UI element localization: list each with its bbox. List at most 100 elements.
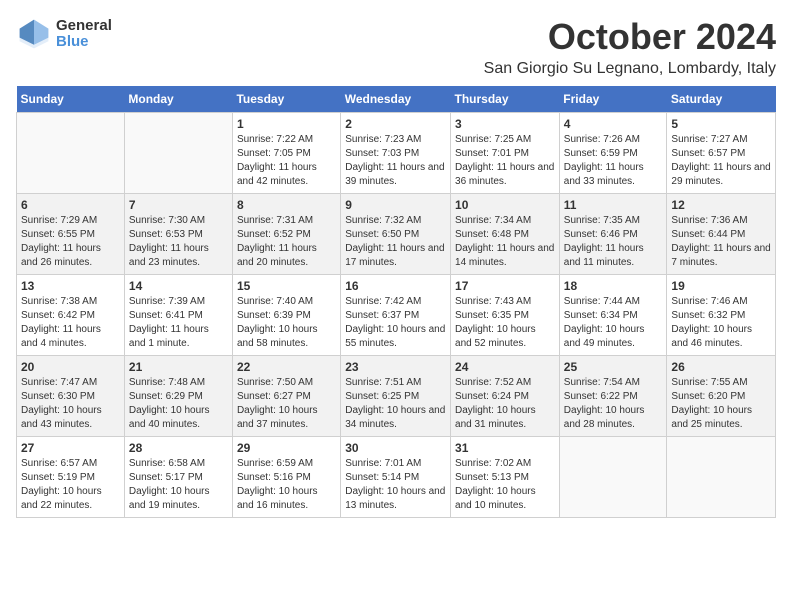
day-number: 11 xyxy=(564,198,663,212)
day-number: 3 xyxy=(455,117,555,131)
day-number: 9 xyxy=(345,198,446,212)
day-number: 17 xyxy=(455,279,555,293)
calendar-cell: 9 Sunrise: 7:32 AM Sunset: 6:50 PM Daylig… xyxy=(341,194,451,275)
calendar-cell: 6 Sunrise: 7:29 AM Sunset: 6:55 PM Daylig… xyxy=(17,194,125,275)
calendar-cell: 7Sunrise: 7:30 AM Sunset: 6:53 PM Daylig… xyxy=(124,194,232,275)
cell-content: Sunrise: 7:40 AM Sunset: 6:39 PM Dayligh… xyxy=(237,295,336,351)
cell-content: Sunrise: 7:46 AM Sunset: 6:32 PM Dayligh… xyxy=(671,295,771,351)
calendar-cell xyxy=(559,437,667,518)
cell-content: Sunrise: 7:32 AM Sunset: 6:50 PM Dayligh… xyxy=(345,214,446,270)
week-row-4: 20 Sunrise: 7:47 AM Sunset: 6:30 PM Dayli… xyxy=(17,356,776,437)
calendar-cell xyxy=(17,113,125,194)
calendar-cell: 4 Sunrise: 7:26 AM Sunset: 6:59 PM Daylig… xyxy=(559,113,667,194)
calendar-cell: 17 Sunrise: 7:43 AM Sunset: 6:35 PM Dayli… xyxy=(451,275,560,356)
logo: General Blue xyxy=(16,16,112,52)
calendar-cell: 14Sunrise: 7:39 AM Sunset: 6:41 PM Dayli… xyxy=(124,275,232,356)
calendar-cell: 5Sunrise: 7:27 AM Sunset: 6:57 PM Daylig… xyxy=(667,113,776,194)
calendar-table: SundayMondayTuesdayWednesdayThursdayFrid… xyxy=(16,86,776,518)
weekday-header-tuesday: Tuesday xyxy=(232,86,340,113)
calendar-cell: 10 Sunrise: 7:34 AM Sunset: 6:48 PM Dayli… xyxy=(451,194,560,275)
cell-content: Sunrise: 7:31 AM Sunset: 6:52 PM Dayligh… xyxy=(237,214,336,270)
cell-content: Sunrise: 7:51 AM Sunset: 6:25 PM Dayligh… xyxy=(345,376,446,432)
calendar-cell: 18Sunrise: 7:44 AM Sunset: 6:34 PM Dayli… xyxy=(559,275,667,356)
calendar-cell: 23 Sunrise: 7:51 AM Sunset: 6:25 PM Dayli… xyxy=(341,356,451,437)
calendar-cell: 27 Sunrise: 6:57 AM Sunset: 5:19 PM Dayli… xyxy=(17,437,125,518)
cell-content: Sunrise: 7:54 AM Sunset: 6:22 PM Dayligh… xyxy=(564,376,663,432)
day-number: 6 xyxy=(21,198,120,212)
day-number: 25 xyxy=(564,360,663,374)
calendar-cell xyxy=(667,437,776,518)
day-number: 12 xyxy=(671,198,771,212)
day-number: 30 xyxy=(345,441,446,455)
day-number: 31 xyxy=(455,441,555,455)
weekday-header-sunday: Sunday xyxy=(17,86,125,113)
calendar-cell: 8 Sunrise: 7:31 AM Sunset: 6:52 PM Daylig… xyxy=(232,194,340,275)
cell-content: Sunrise: 7:52 AM Sunset: 6:24 PM Dayligh… xyxy=(455,376,555,432)
calendar-cell xyxy=(124,113,232,194)
day-number: 20 xyxy=(21,360,120,374)
weekday-header-saturday: Saturday xyxy=(667,86,776,113)
calendar-cell: 1 Sunrise: 7:22 AM Sunset: 7:05 PM Daylig… xyxy=(232,113,340,194)
calendar-cell: 25 Sunrise: 7:54 AM Sunset: 6:22 PM Dayli… xyxy=(559,356,667,437)
cell-content: Sunrise: 7:26 AM Sunset: 6:59 PM Dayligh… xyxy=(564,133,663,189)
calendar-cell: 11 Sunrise: 7:35 AM Sunset: 6:46 PM Dayli… xyxy=(559,194,667,275)
cell-content: Sunrise: 7:01 AM Sunset: 5:14 PM Dayligh… xyxy=(345,457,446,513)
day-number: 22 xyxy=(237,360,336,374)
day-number: 16 xyxy=(345,279,446,293)
day-number: 13 xyxy=(21,279,120,293)
calendar-cell: 19Sunrise: 7:46 AM Sunset: 6:32 PM Dayli… xyxy=(667,275,776,356)
day-number: 1 xyxy=(237,117,336,131)
cell-content: Sunrise: 7:34 AM Sunset: 6:48 PM Dayligh… xyxy=(455,214,555,270)
cell-content: Sunrise: 7:55 AM Sunset: 6:20 PM Dayligh… xyxy=(671,376,771,432)
cell-content: Sunrise: 7:23 AM Sunset: 7:03 PM Dayligh… xyxy=(345,133,446,189)
cell-content: Sunrise: 7:47 AM Sunset: 6:30 PM Dayligh… xyxy=(21,376,120,432)
cell-content: Sunrise: 7:02 AM Sunset: 5:13 PM Dayligh… xyxy=(455,457,555,513)
calendar-cell: 24 Sunrise: 7:52 AM Sunset: 6:24 PM Dayli… xyxy=(451,356,560,437)
week-row-2: 6 Sunrise: 7:29 AM Sunset: 6:55 PM Daylig… xyxy=(17,194,776,275)
cell-content: Sunrise: 7:35 AM Sunset: 6:46 PM Dayligh… xyxy=(564,214,663,270)
logo-blue-text: Blue xyxy=(56,34,112,51)
month-title: October 2024 xyxy=(484,16,776,58)
calendar-cell: 20 Sunrise: 7:47 AM Sunset: 6:30 PM Dayli… xyxy=(17,356,125,437)
day-number: 26 xyxy=(671,360,771,374)
cell-content: Sunrise: 6:59 AM Sunset: 5:16 PM Dayligh… xyxy=(237,457,336,513)
cell-content: Sunrise: 7:22 AM Sunset: 7:05 PM Dayligh… xyxy=(237,133,336,189)
cell-content: Sunrise: 7:48 AM Sunset: 6:29 PM Dayligh… xyxy=(129,376,228,432)
cell-content: Sunrise: 7:25 AM Sunset: 7:01 PM Dayligh… xyxy=(455,133,555,189)
calendar-cell: 31 Sunrise: 7:02 AM Sunset: 5:13 PM Dayli… xyxy=(451,437,560,518)
calendar-cell: 22 Sunrise: 7:50 AM Sunset: 6:27 PM Dayli… xyxy=(232,356,340,437)
logo-text: General Blue xyxy=(56,18,112,51)
day-number: 4 xyxy=(564,117,663,131)
day-number: 10 xyxy=(455,198,555,212)
cell-content: Sunrise: 6:57 AM Sunset: 5:19 PM Dayligh… xyxy=(21,457,120,513)
day-number: 28 xyxy=(129,441,228,455)
day-number: 24 xyxy=(455,360,555,374)
weekday-header-row: SundayMondayTuesdayWednesdayThursdayFrid… xyxy=(17,86,776,113)
calendar-cell: 28Sunrise: 6:58 AM Sunset: 5:17 PM Dayli… xyxy=(124,437,232,518)
cell-content: Sunrise: 7:50 AM Sunset: 6:27 PM Dayligh… xyxy=(237,376,336,432)
logo-general-text: General xyxy=(56,18,112,35)
weekday-header-friday: Friday xyxy=(559,86,667,113)
cell-content: Sunrise: 7:43 AM Sunset: 6:35 PM Dayligh… xyxy=(455,295,555,351)
day-number: 27 xyxy=(21,441,120,455)
title-block: October 2024 San Giorgio Su Legnano, Lom… xyxy=(484,16,776,78)
cell-content: Sunrise: 7:36 AM Sunset: 6:44 PM Dayligh… xyxy=(671,214,771,270)
day-number: 8 xyxy=(237,198,336,212)
day-number: 23 xyxy=(345,360,446,374)
day-number: 7 xyxy=(129,198,228,212)
day-number: 29 xyxy=(237,441,336,455)
header: General Blue October 2024 San Giorgio Su… xyxy=(16,16,776,78)
calendar-cell: 13Sunrise: 7:38 AM Sunset: 6:42 PM Dayli… xyxy=(17,275,125,356)
calendar-cell: 29 Sunrise: 6:59 AM Sunset: 5:16 PM Dayli… xyxy=(232,437,340,518)
calendar-cell: 12 Sunrise: 7:36 AM Sunset: 6:44 PM Dayli… xyxy=(667,194,776,275)
cell-content: Sunrise: 7:29 AM Sunset: 6:55 PM Dayligh… xyxy=(21,214,120,270)
location-title: San Giorgio Su Legnano, Lombardy, Italy xyxy=(484,60,776,78)
day-number: 15 xyxy=(237,279,336,293)
calendar-cell: 16Sunrise: 7:42 AM Sunset: 6:37 PM Dayli… xyxy=(341,275,451,356)
cell-content: Sunrise: 7:39 AM Sunset: 6:41 PM Dayligh… xyxy=(129,295,228,351)
weekday-header-wednesday: Wednesday xyxy=(341,86,451,113)
week-row-5: 27 Sunrise: 6:57 AM Sunset: 5:19 PM Dayli… xyxy=(17,437,776,518)
day-number: 21 xyxy=(129,360,228,374)
calendar-cell: 15 Sunrise: 7:40 AM Sunset: 6:39 PM Dayli… xyxy=(232,275,340,356)
calendar-cell: 26 Sunrise: 7:55 AM Sunset: 6:20 PM Dayli… xyxy=(667,356,776,437)
